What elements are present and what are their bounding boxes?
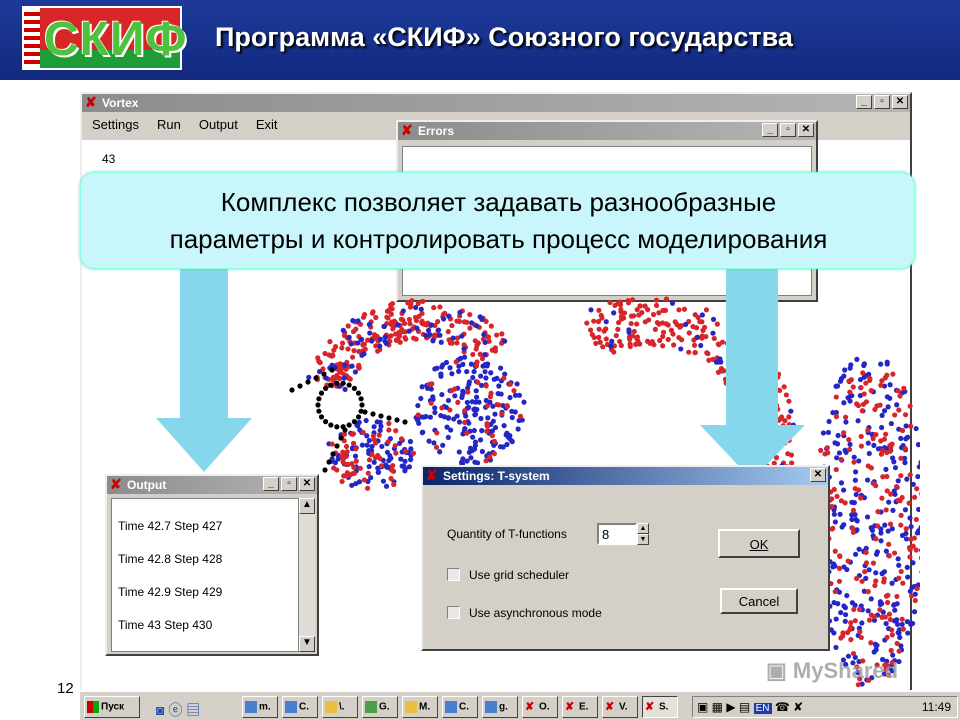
output-title: Output [127,478,167,492]
task-label: G. [379,701,390,713]
async-mode-checkbox[interactable] [447,606,460,619]
quantity-stepper[interactable]: ▲ ▼ [637,523,649,545]
task-button[interactable]: ✘ V. [602,696,638,718]
task-label: g. [499,701,508,713]
folder-icon [325,701,337,713]
callout-line-2: параметры и контролировать процесс модел… [169,224,828,254]
grid-scheduler-label: Use grid scheduler [469,568,570,582]
stepper-up-icon[interactable]: ▲ [637,523,649,534]
x-app-icon: ✘ [525,701,535,713]
task-label: M. [419,701,431,713]
browser-icon[interactable]: ⓔ [168,702,182,718]
settings-titlebar[interactable]: ✘ Settings: T-system ✕ [423,467,828,485]
ok-button[interactable]: OK [718,529,800,558]
app-icon [405,701,417,713]
task-label: S. [659,701,669,713]
task-button[interactable]: C. [442,696,478,718]
task-button[interactable]: G. [362,696,398,718]
start-label: Пуск [101,701,125,713]
x-app-icon: ✘ [645,701,655,713]
log-line: Time 42.9 Step 429 [118,585,223,599]
tray-icons-2[interactable]: ☎ ✘ [775,700,803,714]
cancel-button[interactable]: Cancel [720,588,798,614]
x-app-icon: ✘ [565,701,575,713]
task-button[interactable]: g. [482,696,518,718]
watermark-text: MyShared [792,658,899,683]
task-label: m. [259,701,271,713]
stepper-down-icon[interactable]: ▼ [637,534,649,545]
app-icon [245,701,257,713]
task-label: O. [539,701,550,713]
output-titlebar[interactable]: ✘ Output _ ▫ ✕ [107,476,317,494]
log-line: Time 42.8 Step 428 [118,552,223,566]
settings-app-icon: ✘ [426,467,438,483]
settings-title: Settings: T-system [443,469,550,483]
async-mode-label: Use asynchronous mode [469,606,602,620]
left-arrow [156,268,252,472]
right-arrow [700,268,805,480]
watermark: ▣ MyShared [766,658,898,684]
task-label: C. [459,701,469,713]
task-button[interactable]: \. [322,696,358,718]
app-icon [285,701,297,713]
output-maximize-button[interactable]: ▫ [281,477,297,491]
quantity-label: Quantity of T-functions [447,527,567,541]
quicklaunch: ◙ ⓔ ▤ [156,700,200,720]
task-button[interactable]: C. [282,696,318,718]
task-button[interactable]: ✘ E. [562,696,598,718]
task-button-active[interactable]: ✘ S. [642,696,678,718]
quantity-input[interactable]: 8 [597,523,637,545]
scroll-down-icon[interactable]: ▼ [299,636,315,652]
language-indicator[interactable]: EN [753,703,772,714]
output-window: ✘ Output _ ▫ ✕ Time 42.7 Step 427 Time 4… [105,474,319,656]
callout-box: Комплекс позволяет задавать разнообразны… [80,172,915,269]
output-log[interactable]: Time 42.7 Step 427 Time 42.8 Step 428 Ti… [111,498,299,652]
task-button[interactable]: m. [242,696,278,718]
task-button[interactable]: ✘ O. [522,696,558,718]
log-line: Time 42.7 Step 427 [118,519,223,533]
watermark-icon: ▣ [766,658,787,683]
x-app-icon: ✘ [605,701,615,713]
start-button[interactable]: Пуск [84,696,140,718]
tray-icons[interactable]: ▣ ▦ ▶ ▤ [697,700,750,714]
callout-line-1: Комплекс позволяет задавать разнообразны… [220,187,777,217]
grid-scheduler-checkbox[interactable] [447,568,460,581]
taskbar: Пуск ◙ ⓔ ▤ m. C. \. G. M. C. g. ✘ O. ✘ E. … [80,690,960,720]
scroll-up-icon[interactable]: ▲ [299,498,315,514]
output-app-icon: ✘ [110,476,122,492]
settings-dialog: ✘ Settings: T-system ✕ Quantity of T-fun… [421,465,830,651]
task-label: E. [579,701,589,713]
app-icon [485,701,497,713]
task-label: \. [339,701,345,713]
app-icon [365,701,377,713]
notepad-icon[interactable]: ▤ [186,702,200,718]
settings-close-button[interactable]: ✕ [810,468,826,482]
slide-number: 12 [57,680,74,697]
windows-logo-icon [87,701,99,713]
task-button[interactable]: M. [402,696,438,718]
desktop-icon[interactable]: ◙ [156,702,164,718]
clock: 11:49 [921,700,951,714]
log-line: Time 43 Step 430 [118,618,213,632]
output-scrollbar[interactable]: ▲ ▼ [299,498,315,652]
task-label: C. [299,701,309,713]
output-minimize-button[interactable]: _ [263,477,279,491]
system-tray: ▣ ▦ ▶ ▤ EN ☎ ✘ 11:49 [692,696,958,718]
app-icon [445,701,457,713]
task-label: V. [619,701,628,713]
output-close-button[interactable]: ✕ [299,477,315,491]
